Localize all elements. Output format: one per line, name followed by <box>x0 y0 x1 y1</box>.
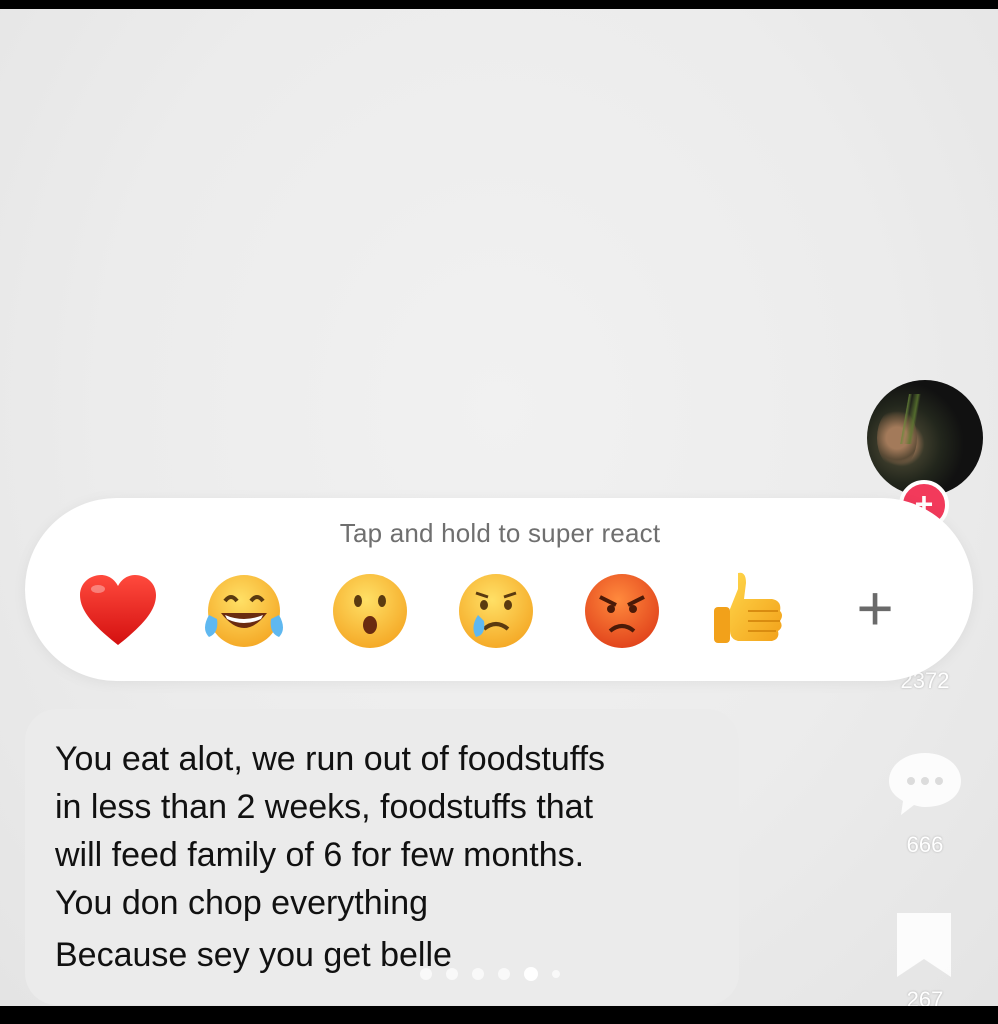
carousel-dot-active[interactable] <box>524 967 538 981</box>
message-line: Because sey you get belle <box>55 936 452 974</box>
bookmark-icon[interactable] <box>893 909 955 981</box>
carousel-dot[interactable] <box>498 968 510 980</box>
creator-avatar[interactable] <box>867 380 983 496</box>
red-heart-icon[interactable] <box>73 566 163 656</box>
message-line: will feed family of 6 for few months. <box>55 836 585 874</box>
more-reactions-plus-icon[interactable]: + <box>843 576 907 642</box>
comment-icon[interactable] <box>885 749 965 819</box>
carousel-dot[interactable] <box>552 970 560 978</box>
carousel-dot[interactable] <box>420 968 432 980</box>
message-line: in less than 2 weeks, foodstuffs that <box>55 788 594 826</box>
reaction-row: + <box>25 566 973 656</box>
carousel-dot[interactable] <box>446 968 458 980</box>
save-count: 267 <box>906 987 944 1006</box>
angry-face-icon[interactable] <box>577 566 667 656</box>
app-screen: + 2372 666 267 Tap and hold to super rea… <box>0 9 998 1006</box>
super-react-hint: Tap and hold to super react <box>339 518 661 548</box>
message-line: You don chop everything <box>55 884 429 922</box>
crying-face-icon[interactable] <box>451 566 541 656</box>
tears-of-joy-icon[interactable] <box>199 566 289 656</box>
reaction-bar: Tap and hold to super react + <box>25 498 973 681</box>
comment-count: 666 <box>906 832 944 857</box>
message-line: You eat alot, we run out of foodstuffs <box>55 740 606 778</box>
surprised-face-icon[interactable] <box>325 566 415 656</box>
bottom-bar <box>0 1006 998 1024</box>
thumbs-up-icon[interactable] <box>703 566 793 656</box>
message-bubble: You eat alot, we run out of foodstuffs i… <box>25 709 739 1005</box>
carousel-indicator <box>420 967 560 981</box>
carousel-dot[interactable] <box>472 968 484 980</box>
